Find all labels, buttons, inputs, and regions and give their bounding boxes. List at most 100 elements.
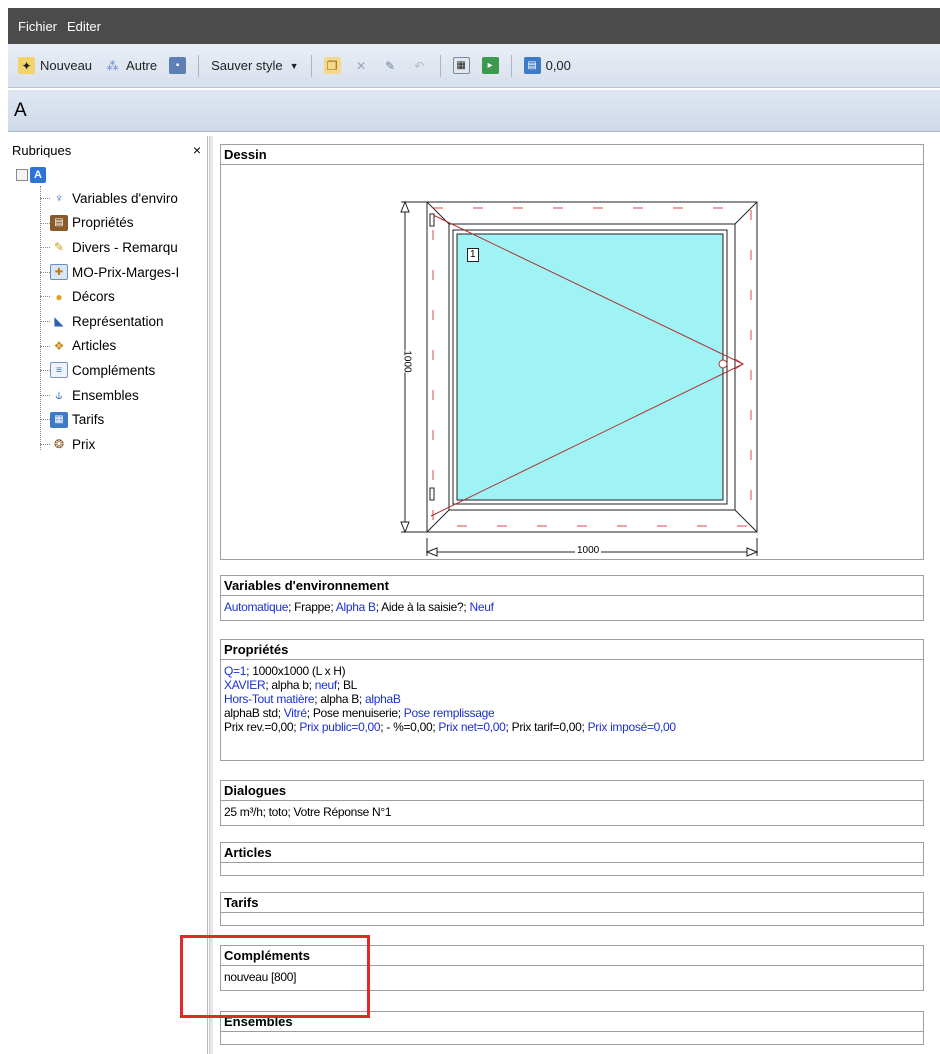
grid-icon: ▦ bbox=[452, 57, 470, 74]
tree-root[interactable]: A bbox=[8, 164, 207, 186]
rubriques-tree: ♆ Variables d'enviro ▤ Propriétés ✎ Dive… bbox=[8, 186, 207, 457]
property-link[interactable]: Prix net=0,00 bbox=[438, 720, 505, 734]
articles-icon: ❖ bbox=[53, 338, 65, 353]
variables-value[interactable]: Automatique bbox=[224, 600, 288, 614]
window-drawing[interactable]: 1000 1000 1 bbox=[221, 166, 923, 559]
delete-button[interactable]: ✕ bbox=[349, 55, 374, 76]
rates-icon: ▦ bbox=[50, 411, 68, 428]
property-text: ; Pose menuiserie; bbox=[306, 706, 404, 720]
highlight-box bbox=[180, 935, 370, 1018]
section-header: Variables d'environnement bbox=[221, 576, 923, 596]
tree-item-articles[interactable]: ❖ Articles bbox=[38, 334, 207, 359]
menu-bar: Fichier Editer bbox=[8, 8, 940, 44]
tree-item-label: Tarifs bbox=[72, 412, 105, 428]
section-dessin: Dessin 1000 1000 1 bbox=[220, 144, 924, 560]
proprietes-line: Q=1; 1000x1000 (L x H) bbox=[224, 664, 920, 678]
hierarchy-icon: ⫝ bbox=[55, 387, 63, 402]
height-dimension-label: 1000 bbox=[401, 350, 413, 373]
section-header: Articles bbox=[221, 843, 923, 863]
property-link[interactable]: Pose remplissage bbox=[404, 706, 495, 720]
tree-item-decors[interactable]: ● Décors bbox=[38, 284, 207, 309]
tree-item-label: Articles bbox=[72, 338, 117, 354]
palette-icon: ● bbox=[55, 289, 63, 304]
price-margins-icon: ✚ bbox=[50, 264, 68, 281]
edit-button[interactable]: ✎ bbox=[378, 55, 403, 76]
width-dimension-label: 1000 bbox=[575, 545, 602, 556]
toolbar-separator bbox=[310, 54, 312, 77]
section-proprietes: Propriétés Q=1; 1000x1000 (L x H) XAVIER… bbox=[220, 639, 924, 761]
tree-item-mo-prix[interactable]: ✚ MO-Prix-Marges-I bbox=[38, 260, 207, 285]
tree-item-label: MO-Prix-Marges-I bbox=[72, 264, 180, 280]
section-header: Tarifs bbox=[221, 893, 923, 913]
tree-item-label: Divers - Remarqu bbox=[72, 239, 178, 255]
ensembles-body bbox=[221, 1032, 923, 1036]
save-style-dropdown[interactable]: Sauver style ▼ bbox=[207, 56, 302, 75]
property-link[interactable]: XAVIER bbox=[224, 678, 266, 692]
toolbar-separator bbox=[510, 54, 512, 77]
variables-body: Automatique; Frappe; Alpha B; Aide à la … bbox=[221, 596, 923, 616]
toolbar-separator bbox=[439, 54, 441, 77]
tree-item-label: Propriétés bbox=[72, 215, 134, 231]
price-icon: ❂ bbox=[53, 437, 65, 452]
undo-button[interactable]: ↶ bbox=[407, 55, 432, 76]
property-link[interactable]: Prix public=0,00 bbox=[299, 720, 380, 734]
tree-item-ensembles[interactable]: ⫝ Ensembles bbox=[38, 383, 207, 408]
section-header: Dessin bbox=[221, 145, 923, 165]
tree-item-complements[interactable]: ≡ Compléments bbox=[38, 358, 207, 383]
property-text: ; alpha b; bbox=[265, 678, 315, 692]
tree-item-variables[interactable]: ♆ Variables d'enviro bbox=[38, 186, 207, 211]
section-header: Dialogues bbox=[221, 781, 923, 801]
property-text: ; alpha B; bbox=[314, 692, 366, 706]
document-title-bar: A bbox=[8, 90, 940, 132]
save-style-label: Sauver style bbox=[211, 58, 283, 73]
tree-item-representation[interactable]: ◣ Représentation bbox=[38, 309, 207, 334]
tree-item-prix[interactable]: ❂ Prix bbox=[38, 432, 207, 457]
property-link[interactable]: alphaB bbox=[365, 692, 401, 706]
chevron-down-icon: ▼ bbox=[289, 60, 299, 71]
calculate-button[interactable]: ▤ 0,00 bbox=[520, 55, 575, 76]
copy-button[interactable]: ❐ bbox=[320, 55, 345, 76]
dialogues-body: 25 m³/h; toto; Votre Réponse N°1 bbox=[224, 805, 392, 819]
copy-icon: ❐ bbox=[323, 57, 341, 74]
drawing-icon: ◣ bbox=[54, 314, 64, 329]
panel-splitter[interactable] bbox=[209, 136, 213, 1054]
tree-item-divers[interactable]: ✎ Divers - Remarqu bbox=[38, 235, 207, 260]
property-text: ; BL bbox=[336, 678, 358, 692]
menu-editer[interactable]: Editer bbox=[67, 19, 101, 34]
complements-icon: ≡ bbox=[50, 362, 68, 379]
root-document-icon: A bbox=[30, 167, 46, 183]
tree-item-label: Représentation bbox=[72, 313, 164, 329]
rubriques-header: Rubriques × bbox=[8, 136, 207, 164]
property-link[interactable]: Prix imposé=0,00 bbox=[588, 720, 677, 734]
export-icon: ▸ bbox=[481, 57, 499, 74]
section-header: Propriétés bbox=[221, 640, 923, 660]
menu-fichier[interactable]: Fichier bbox=[18, 19, 57, 34]
property-text: Prix rev.=0,00; bbox=[224, 720, 300, 734]
other-button-label: Autre bbox=[126, 58, 158, 73]
property-text: ; - %=0,00; bbox=[380, 720, 439, 734]
proprietes-line: Hors-Tout matière; alpha B; alphaB bbox=[224, 692, 920, 706]
toolbar: ✦ Nouveau ⁂ Autre ▪ Sauver style ▼ ❐ ✕ ✎… bbox=[8, 44, 940, 88]
proprietes-body: Q=1; 1000x1000 (L x H) XAVIER; alpha b; … bbox=[221, 660, 923, 736]
undo-icon: ↶ bbox=[414, 58, 425, 73]
tree-item-proprietes[interactable]: ▤ Propriétés bbox=[38, 211, 207, 236]
toolbar-separator bbox=[198, 54, 200, 77]
new-button[interactable]: ✦ Nouveau bbox=[14, 55, 96, 76]
variables-value[interactable]: Alpha B bbox=[336, 600, 376, 614]
property-link[interactable]: Vitré bbox=[284, 706, 307, 720]
delete-icon: ✕ bbox=[356, 58, 367, 73]
expand-collapse-icon[interactable] bbox=[16, 169, 28, 181]
rubriques-panel: Rubriques × A ♆ Variables d'enviro ▤ Pro… bbox=[8, 136, 208, 1054]
grid-button[interactable]: ▦ bbox=[449, 55, 474, 76]
property-link[interactable]: Hors-Tout matière bbox=[224, 692, 315, 706]
other-button[interactable]: ⁂ Autre bbox=[100, 55, 161, 76]
tree-item-tarifs[interactable]: ▦ Tarifs bbox=[38, 407, 207, 432]
property-link[interactable]: neuf bbox=[315, 678, 337, 692]
save-button[interactable]: ▪ bbox=[165, 55, 190, 76]
section-dialogues: Dialogues 25 m³/h; toto; Votre Réponse N… bbox=[220, 780, 924, 826]
export-button[interactable]: ▸ bbox=[478, 55, 503, 76]
close-icon[interactable]: × bbox=[193, 142, 201, 158]
main-content: Dessin 1000 1000 1 Variables d'environne… bbox=[214, 136, 940, 1054]
variables-value[interactable]: Neuf bbox=[469, 600, 493, 614]
property-link[interactable]: Q=1 bbox=[224, 664, 246, 678]
